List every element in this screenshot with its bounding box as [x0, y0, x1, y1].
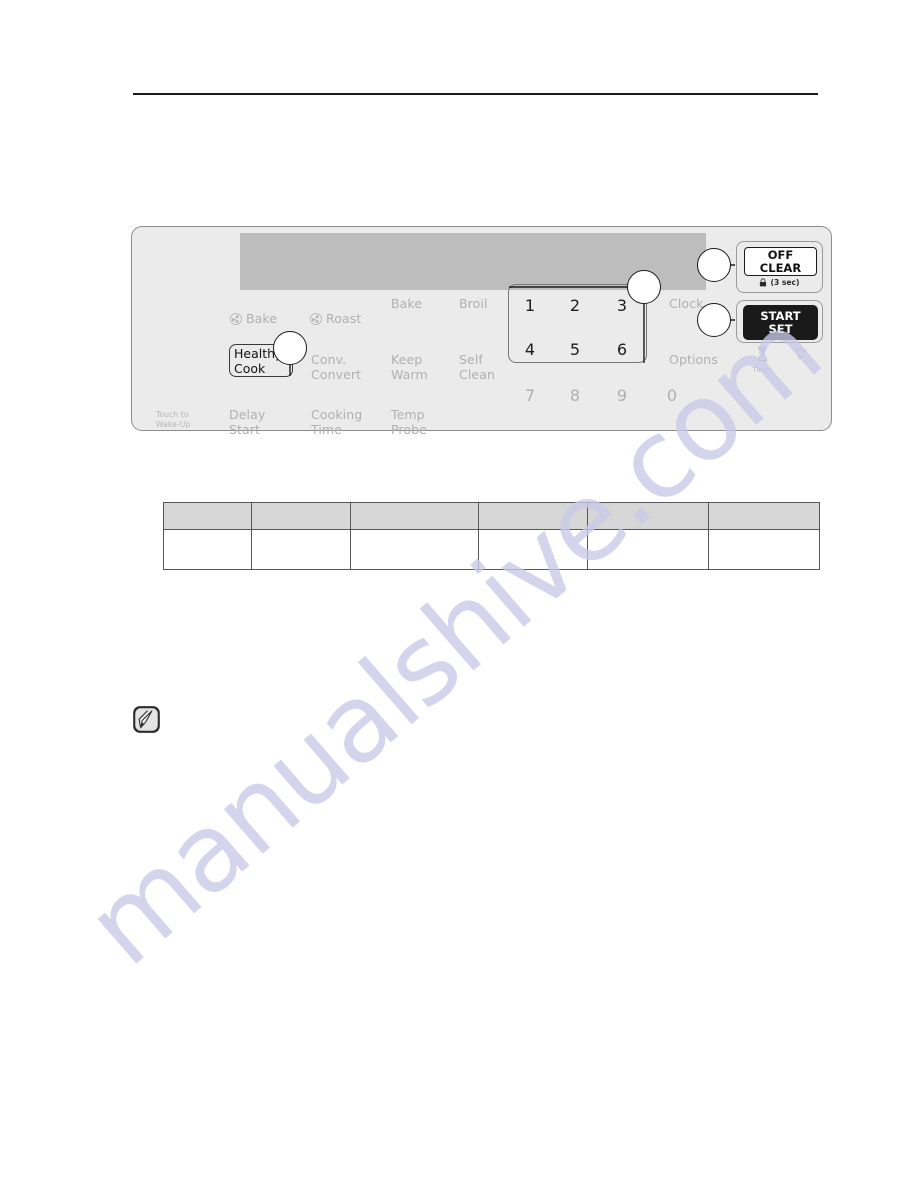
table-header-cell	[708, 502, 820, 530]
note-pen-icon	[133, 706, 160, 733]
broil-button[interactable]: Broil	[459, 296, 488, 312]
keypad-key-9[interactable]: 9	[613, 386, 631, 405]
spec-table	[162, 502, 820, 570]
table-header-row	[162, 502, 820, 530]
convection-roast-button[interactable]: Roast	[309, 297, 361, 341]
table-header-cell	[477, 502, 589, 530]
keypad-key-0[interactable]: 0	[663, 386, 681, 405]
lock-icon	[760, 278, 767, 287]
lock-hint-text: (3 sec)	[770, 278, 800, 287]
keypad-key-5[interactable]: 5	[566, 340, 584, 359]
table-cell	[587, 529, 710, 570]
hourglass-timer-icon	[757, 346, 767, 362]
keypad-key-2[interactable]: 2	[566, 296, 584, 315]
header-divider	[133, 93, 818, 95]
control-lock-hint: (3 sec)	[737, 278, 822, 287]
display-screen	[240, 233, 706, 290]
clock-button[interactable]: Clock	[669, 296, 703, 312]
timer-indicator-label: Timer	[752, 366, 772, 374]
cooking-time-button[interactable]: Cooking Time	[311, 407, 362, 437]
keep-warm-button[interactable]: Keep Warm	[391, 352, 428, 382]
convection-fan-icon	[309, 312, 323, 325]
timer-indicator[interactable]: Timer	[748, 346, 776, 374]
oven-light-indicator[interactable]	[786, 346, 814, 366]
keypad-key-8[interactable]: 8	[566, 386, 584, 405]
keypad-key-3[interactable]: 3	[613, 296, 631, 315]
self-clean-button[interactable]: Self Clean	[459, 352, 495, 382]
options-button[interactable]: Options	[669, 352, 718, 368]
oven-control-panel-figure: Touch to Wake-Up Bake Roast Bake Broil C…	[131, 226, 832, 436]
healthy-cook-button[interactable]: Healthy Cook	[234, 346, 282, 376]
keypad-key-6[interactable]: 6	[613, 340, 631, 359]
table-cell	[477, 529, 589, 570]
indicator-strip: Timer	[736, 346, 823, 374]
conv-convert-button[interactable]: Conv. Convert	[311, 352, 361, 382]
table-cell	[349, 529, 479, 570]
off-clear-button[interactable]: OFF CLEAR (3 sec)	[736, 241, 823, 293]
convection-fan-icon	[229, 312, 243, 325]
start-set-button[interactable]: START SET	[736, 300, 823, 343]
delay-start-button[interactable]: Delay Start	[229, 407, 265, 437]
keypad-key-4[interactable]: 4	[521, 340, 539, 359]
convection-bake-label: Bake	[246, 310, 278, 326]
table-row	[162, 529, 820, 570]
table-cell	[251, 529, 351, 570]
control-panel-body: Touch to Wake-Up Bake Roast Bake Broil C…	[131, 226, 832, 436]
convection-bake-button[interactable]: Bake	[229, 297, 277, 341]
touch-to-wake-up-label: Touch to Wake-Up	[156, 410, 191, 429]
convection-roast-label: Roast	[326, 310, 362, 326]
keypad-key-1[interactable]: 1	[521, 296, 539, 315]
start-set-label: START SET	[743, 305, 818, 340]
temp-probe-button[interactable]: Temp Probe	[391, 407, 427, 437]
table-header-cell	[251, 502, 351, 530]
off-clear-label: OFF CLEAR	[744, 247, 817, 276]
table-cell	[708, 529, 820, 570]
table-header-cell	[162, 502, 253, 530]
keypad-key-7[interactable]: 7	[521, 386, 539, 405]
oven-light-icon	[793, 346, 807, 360]
manual-page: Touch to Wake-Up Bake Roast Bake Broil C…	[0, 0, 918, 1188]
table-header-cell	[349, 502, 479, 530]
table-cell	[162, 529, 253, 570]
bake-button[interactable]: Bake	[391, 296, 422, 312]
table-header-cell	[587, 502, 710, 530]
